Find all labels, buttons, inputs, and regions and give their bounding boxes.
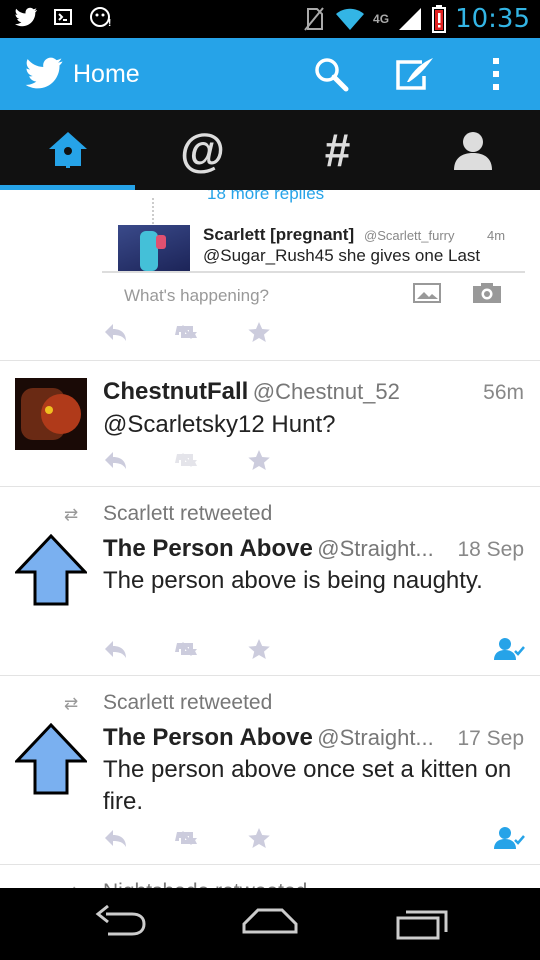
signal-icon	[399, 8, 422, 30]
twitter-notification-icon	[15, 7, 37, 27]
tweet-actions	[103, 321, 271, 343]
more-replies-link[interactable]: 18 more replies	[207, 190, 324, 204]
battery-low-icon	[432, 5, 447, 33]
retweeted-icon: ⇄	[64, 694, 79, 713]
no-sim-icon	[304, 7, 324, 31]
camera-icon[interactable]	[471, 282, 503, 304]
up-arrow-avatar[interactable]	[15, 534, 87, 606]
tab-home[interactable]	[0, 110, 135, 190]
home-birdhouse-icon	[48, 132, 87, 168]
person-icon	[453, 132, 492, 170]
tweet-text: @Scarletsky12 Hunt?	[103, 411, 336, 438]
action-bar: Home	[0, 38, 540, 110]
retweeted-label: retweeted	[180, 691, 273, 714]
tweet-time: 17 Sep	[457, 727, 524, 750]
author-name[interactable]: The Person Above	[103, 535, 313, 562]
photo-icon[interactable]	[412, 282, 442, 304]
tweet-text: The person above is being naughty.	[103, 567, 483, 594]
tweet-time: 56m	[483, 381, 524, 404]
reply-icon[interactable]	[103, 638, 127, 660]
author-name[interactable]: The Person Above	[103, 724, 313, 751]
tab-bar: @ #	[0, 110, 540, 190]
author-name[interactable]: ChestnutFall	[103, 378, 248, 405]
tweet-header: The Person Above @Straight...	[103, 724, 434, 752]
reply-text: @Sugar_Rush45 she gives one Last	[203, 246, 481, 265]
tweet-item[interactable]: ⇄ Scarlett retweeted The Person Above @S…	[0, 487, 540, 676]
hashtag-icon: #	[324, 124, 351, 176]
usb-debug-icon	[54, 9, 72, 25]
svg-text:!: !	[108, 18, 111, 28]
system-nav-bar	[0, 888, 540, 960]
retweet-context: Scarlett retweeted	[103, 691, 272, 715]
timeline[interactable]: 18 more replies Scarlett [pregnant] @Sca…	[0, 190, 540, 888]
tweet-actions	[103, 449, 271, 471]
author-handle: @Chestnut_52	[252, 379, 400, 404]
retweet-icon[interactable]	[171, 827, 203, 849]
compose-reply-box[interactable]: What's happening?	[102, 280, 525, 326]
twitter-bird-icon[interactable]	[24, 56, 64, 90]
compose-placeholder: What's happening?	[124, 286, 270, 305]
reply-author-handle: @Scarlett_furry	[364, 228, 455, 243]
author-handle: @Straight...	[317, 725, 434, 750]
favorite-icon[interactable]	[247, 827, 271, 849]
favorite-icon[interactable]	[247, 321, 271, 343]
reply-icon[interactable]	[103, 321, 127, 343]
tweet-header: ChestnutFall @Chestnut_52	[103, 378, 400, 406]
avatar[interactable]	[15, 378, 87, 450]
tweet-item[interactable]: ChestnutFall @Chestnut_52 56m @Scarletsk…	[0, 361, 540, 487]
tweet-text: The person above once set a kitten on fi…	[103, 756, 512, 815]
conversation-card[interactable]: 18 more replies Scarlett [pregnant] @Sca…	[0, 190, 540, 361]
reply-author-name: Scarlett [pregnant]	[203, 225, 355, 244]
retweet-icon[interactable]	[171, 449, 203, 471]
overflow-menu-icon[interactable]	[490, 56, 502, 92]
tweet-item[interactable]: ⇄ Scarlett retweeted The Person Above @S…	[0, 676, 540, 865]
recent-apps-button[interactable]	[394, 902, 450, 946]
tweet-item-partial[interactable]: ⇄ Nightshade retweeted	[0, 865, 540, 888]
tweet-header: The Person Above @Straight...	[103, 535, 434, 563]
retweeter-name[interactable]: Scarlett	[103, 502, 174, 525]
retweet-context: Nightshade retweeted	[103, 880, 307, 888]
page-title: Home	[73, 60, 140, 88]
home-button[interactable]	[240, 902, 300, 946]
retweet-icon[interactable]	[171, 638, 203, 660]
retweeted-icon: ⇄	[64, 505, 79, 524]
network-type-label: 4G	[373, 12, 390, 26]
thread-line	[152, 198, 154, 224]
retweet-context: Scarlett retweeted	[103, 502, 272, 526]
android-notification-icon: !	[90, 7, 111, 28]
reply-icon[interactable]	[103, 449, 127, 471]
follow-user-icon[interactable]	[494, 826, 526, 850]
reply-time: 4m	[487, 228, 506, 243]
retweeted-label: retweeted	[180, 502, 273, 525]
tweet-actions	[103, 827, 271, 849]
favorite-icon[interactable]	[247, 449, 271, 471]
back-button[interactable]	[92, 902, 148, 946]
retweeter-name[interactable]: Scarlett	[103, 691, 174, 714]
author-handle: @Straight...	[317, 536, 434, 561]
follow-user-icon[interactable]	[494, 637, 526, 661]
tab-mentions[interactable]: @	[135, 110, 270, 190]
search-icon[interactable]	[313, 56, 349, 92]
clock: 10:35	[455, 4, 530, 34]
tab-me[interactable]	[405, 110, 540, 190]
reply-icon[interactable]	[103, 827, 127, 849]
at-icon: @	[180, 124, 225, 176]
tweet-time: 18 Sep	[457, 538, 524, 561]
reply-avatar	[118, 225, 190, 271]
wifi-icon	[336, 8, 365, 30]
tab-discover[interactable]: #	[270, 110, 405, 190]
up-arrow-avatar[interactable]	[15, 723, 87, 795]
status-bar: ! 4G 10:35	[0, 0, 540, 38]
compose-icon[interactable]	[394, 56, 436, 92]
favorite-icon[interactable]	[247, 638, 271, 660]
tweet-actions	[103, 638, 271, 660]
divider	[102, 271, 525, 273]
retweet-icon[interactable]	[171, 321, 203, 343]
